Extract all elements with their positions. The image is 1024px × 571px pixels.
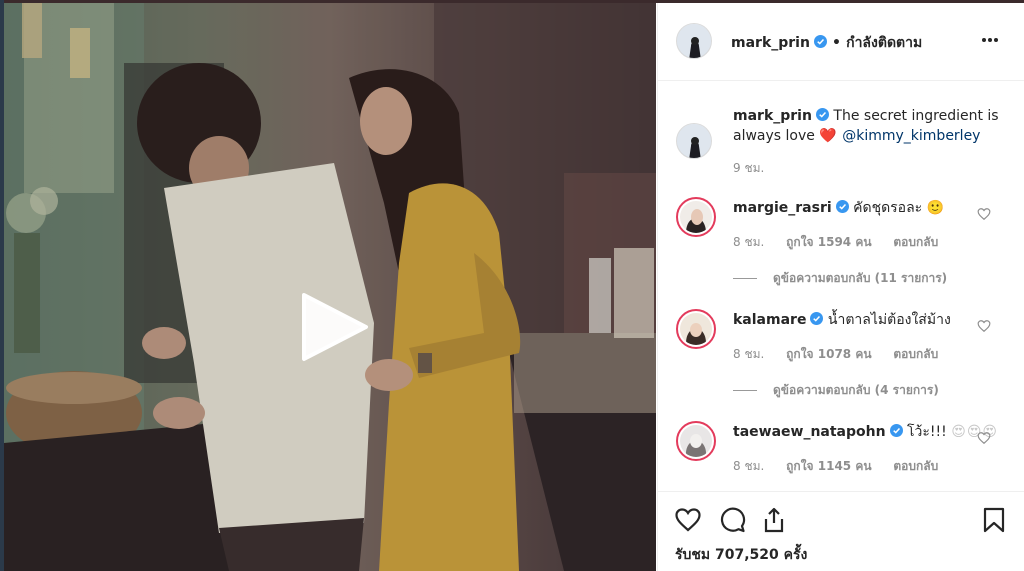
verified-badge-icon xyxy=(889,424,903,437)
reply-button[interactable]: ตอบกลับ xyxy=(893,347,938,361)
replies-divider xyxy=(733,278,757,279)
comment-heart-icon[interactable] xyxy=(977,207,991,221)
comment-meta: 8 ชม. ถูกใจ 1594 คน ตอบกลับ xyxy=(733,233,956,252)
comment-username[interactable]: margie_rasri xyxy=(733,200,832,216)
view-replies-button[interactable]: ดูข้อความตอบกลับ (11 รายการ) xyxy=(733,269,947,288)
avatar-image xyxy=(680,313,712,345)
comment-text-block: kalamare น้ำตาลไม่ต้องใส่ม้าง xyxy=(733,310,951,330)
view-replies-button[interactable]: ดูข้อความตอบกลับ (4 รายการ) xyxy=(733,381,939,400)
view-replies-label: ดูข้อความตอบกลับ (11 รายการ) xyxy=(773,271,948,285)
avatar[interactable] xyxy=(676,23,712,59)
caption: mark_prin The secret ingredient is alway… xyxy=(658,103,1024,183)
header-username[interactable]: mark_prin xyxy=(731,35,810,51)
avatar-image xyxy=(680,425,712,457)
video-player[interactable] xyxy=(4,3,656,571)
comment-emoji: 😍😍😍 xyxy=(951,424,999,440)
following-button[interactable]: กำลังติดตาม xyxy=(846,35,922,51)
comment-meta: 8 ชม. ถูกใจ 1145 คน ตอบกลับ xyxy=(733,457,956,476)
more-options-icon[interactable] xyxy=(981,31,1007,49)
reply-button[interactable]: ตอบกลับ xyxy=(893,235,938,249)
play-icon[interactable] xyxy=(300,291,370,363)
comment-heart-icon[interactable] xyxy=(977,431,991,445)
caption-username[interactable]: mark_prin xyxy=(733,108,812,124)
view-replies-label: ดูข้อความตอบกลับ (4 รายการ) xyxy=(773,383,939,397)
comment-text: น้ำตาลไม่ต้องใส่ม้าง xyxy=(827,312,951,328)
comment-item: taewaew_natapohn โว้ะ!!! 😍😍😍 8 ชม. ถูกใจ… xyxy=(658,417,1024,487)
comment-text: คัดชุดรอละ xyxy=(853,200,923,216)
comment-text-block: taewaew_natapohn โว้ะ!!! 😍😍😍 xyxy=(733,422,998,442)
caption-emoji: ❤️ xyxy=(819,128,838,144)
comment-username[interactable]: kalamare xyxy=(733,312,806,328)
post-header: mark_prin • กำลังติดตาม xyxy=(658,3,1024,81)
comment-time: 8 ชม. xyxy=(733,347,765,361)
comment-item: kalamare น้ำตาลไม่ต้องใส่ม้าง 8 ชม. ถูกใ… xyxy=(658,305,1024,405)
separator-dot: • xyxy=(832,35,841,51)
replies-divider xyxy=(733,390,757,391)
post-actions: รับชม 707,520 ครั้ง xyxy=(658,491,1024,571)
comment-likes[interactable]: ถูกใจ 1594 คน xyxy=(786,235,871,249)
verified-badge-icon xyxy=(815,108,829,121)
comment-meta: 8 ชม. ถูกใจ 1078 คน ตอบกลับ xyxy=(733,345,956,364)
comment-avatar[interactable] xyxy=(676,197,716,237)
avatar-image xyxy=(677,124,711,158)
comment-heart-icon[interactable] xyxy=(977,319,991,333)
avatar-image xyxy=(677,24,711,58)
comment-time: 8 ชม. xyxy=(733,459,765,473)
header-user-line: mark_prin • กำลังติดตาม xyxy=(731,32,922,54)
comment-username[interactable]: taewaew_natapohn xyxy=(733,424,886,440)
video-frame xyxy=(4,3,656,571)
comment-emoji: 🙂 xyxy=(926,200,946,216)
comment-avatar[interactable] xyxy=(676,421,716,461)
verified-badge-icon xyxy=(835,200,849,213)
comment-likes[interactable]: ถูกใจ 1145 คน xyxy=(786,459,871,473)
comment-item: margie_rasri คัดชุดรอละ 🙂 8 ชม. ถูกใจ 15… xyxy=(658,193,1024,293)
comment-avatar[interactable] xyxy=(676,309,716,349)
share-icon[interactable] xyxy=(760,506,788,534)
verified-badge-icon xyxy=(810,312,824,325)
caption-avatar[interactable] xyxy=(676,123,712,159)
verified-badge-icon xyxy=(813,35,827,48)
caption-text-block: mark_prin The secret ingredient is alway… xyxy=(733,106,1003,146)
avatar-image xyxy=(680,201,712,233)
comment-text-block: margie_rasri คัดชุดรอละ 🙂 xyxy=(733,198,945,218)
caption-timestamp: 9 ชม. xyxy=(733,161,765,175)
reply-button[interactable]: ตอบกลับ xyxy=(893,459,938,473)
comment-text: โว้ะ!!! xyxy=(907,424,947,440)
view-count[interactable]: รับชม 707,520 ครั้ง xyxy=(675,544,807,566)
caption-mention-link[interactable]: @kimmy_kimberley xyxy=(842,128,980,144)
heart-icon[interactable] xyxy=(674,506,702,534)
comment-icon[interactable] xyxy=(718,506,746,534)
comment-likes[interactable]: ถูกใจ 1078 คน xyxy=(786,347,871,361)
bookmark-icon[interactable] xyxy=(980,506,1008,534)
post-side-panel: mark_prin • กำลังติดตาม mark_prin The se… xyxy=(657,3,1024,571)
comment-time: 8 ชม. xyxy=(733,235,765,249)
caption-time: 9 ชม. xyxy=(733,159,782,178)
